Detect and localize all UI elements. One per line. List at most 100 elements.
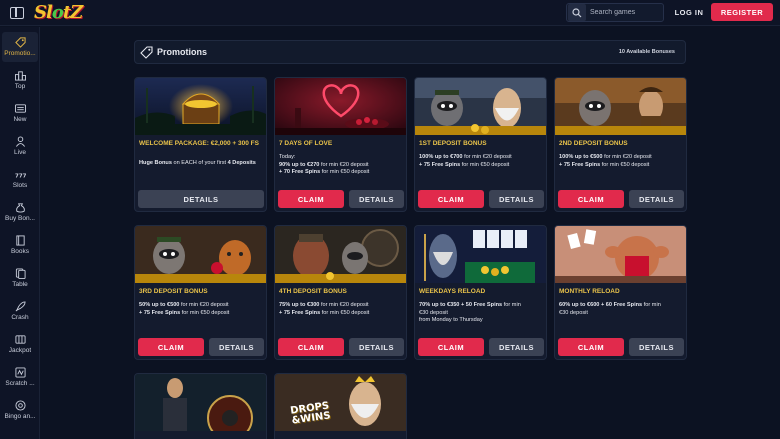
promo-description: 100% up to €700 for min €20 deposit + 75… xyxy=(419,154,512,168)
promo-title: 3RD DEPOSIT BONUS xyxy=(139,288,208,295)
cards-icon xyxy=(14,268,26,279)
details-button[interactable]: DETAILS xyxy=(629,190,684,208)
bonus-count: 10 Available Bonuses xyxy=(618,49,675,55)
tag-icon xyxy=(140,45,153,59)
search-icon[interactable] xyxy=(568,4,586,21)
site-logo[interactable]: SlotZ xyxy=(34,2,83,23)
new-badge-icon xyxy=(14,103,26,114)
promo-image-wizard-cards xyxy=(415,226,546,283)
claim-button[interactable]: CLAIM xyxy=(278,190,344,208)
money-bag-icon xyxy=(14,202,26,213)
promo-description: 60% up to €600 + 60 Free Spins for min €… xyxy=(559,302,661,316)
promo-image-raccoon-explorer xyxy=(555,78,686,135)
claim-button[interactable]: CLAIM xyxy=(278,338,344,356)
promo-title: WEEKDAYS RELOAD xyxy=(419,288,486,295)
promotions-header: Promotions 10 Available Bonuses xyxy=(134,40,686,64)
promo-description: 70% up to €350 + 50 Free Spins for min €… xyxy=(419,302,521,323)
promo-description: Huge Bonus on EACH of your first 4 Depos… xyxy=(139,160,256,166)
sidebar-item-label: Bingo an... xyxy=(4,413,36,420)
book-icon xyxy=(14,235,26,246)
sidebar: Promotio... Top New Live 777 Slots Buy B… xyxy=(0,27,40,439)
details-button[interactable]: DETAILS xyxy=(349,190,404,208)
promo-title: 7 DAYS OF LOVE xyxy=(279,140,333,147)
promo-title: 1ST DEPOSIT BONUS xyxy=(419,140,487,147)
sidebar-item-label: Crash xyxy=(11,314,29,321)
details-button[interactable]: DETAILS xyxy=(209,338,264,356)
details-button[interactable]: DETAILS xyxy=(629,338,684,356)
details-button[interactable]: DETAILS xyxy=(349,338,404,356)
sidebar-item-jackpot[interactable]: Jackpot xyxy=(2,329,38,359)
sidebar-item-label: Buy Bon... xyxy=(5,215,35,222)
promo-card-welcome: WELCOME PACKAGE: €2,000 + 300 FS Huge Bo… xyxy=(134,77,267,212)
claim-button[interactable]: CLAIM xyxy=(138,338,204,356)
sidebar-item-label: Top xyxy=(14,83,26,90)
svg-text:777: 777 xyxy=(15,173,26,179)
promo-card-drops-wins: DROPS &WINS xyxy=(274,373,407,439)
promo-image-warrior-raccoon xyxy=(275,226,406,283)
promo-card-weekdays-reload: WEEKDAYS RELOAD 70% up to €350 + 50 Free… xyxy=(414,225,547,360)
promo-description: 100% up to €500 for min €20 deposit + 75… xyxy=(559,154,652,168)
sidebar-item-slots[interactable]: 777 Slots xyxy=(2,164,38,194)
top-header: SlotZ LOG IN REGISTER xyxy=(0,0,780,26)
slot-777-icon: 777 xyxy=(14,169,26,180)
promo-card-1st-deposit: 1ST DEPOSIT BONUS 100% up to €700 for mi… xyxy=(414,77,547,212)
scratch-icon xyxy=(14,367,26,378)
person-icon xyxy=(14,136,26,147)
promo-card-3rd-deposit: 3RD DEPOSIT BONUS 50% up to €500 for min… xyxy=(134,225,267,360)
claim-button[interactable]: CLAIM xyxy=(418,190,484,208)
sidebar-item-new[interactable]: New xyxy=(2,98,38,128)
promo-card-4th-deposit: 4TH DEPOSIT BONUS 75% up to €300 for min… xyxy=(274,225,407,360)
sidebar-item-crash[interactable]: Crash xyxy=(2,296,38,326)
promo-image-raccoon-zeus xyxy=(415,78,546,135)
sidebar-item-label: Table xyxy=(12,281,28,288)
promo-image-heart xyxy=(275,78,406,135)
bingo-icon xyxy=(14,400,26,411)
promo-card-2nd-deposit: 2ND DEPOSIT BONUS 100% up to €500 for mi… xyxy=(554,77,687,212)
promo-image-strongman-cards xyxy=(555,226,686,283)
promo-title: 4TH DEPOSIT BONUS xyxy=(279,288,347,295)
promo-title: 2ND DEPOSIT BONUS xyxy=(559,140,628,147)
sidebar-item-live[interactable]: Live xyxy=(2,131,38,161)
podium-icon xyxy=(14,70,26,81)
sidebar-item-promotions[interactable]: Promotio... xyxy=(2,32,38,62)
details-button[interactable]: DETAILS xyxy=(489,190,544,208)
sidebar-item-bingo[interactable]: Bingo an... xyxy=(2,395,38,425)
sidebar-toggle-icon[interactable] xyxy=(10,6,24,19)
register-button[interactable]: REGISTER xyxy=(711,3,773,21)
promo-image-roulette-man xyxy=(135,374,266,431)
promo-image-treasure-chest xyxy=(135,78,266,135)
claim-button[interactable]: CLAIM xyxy=(558,338,624,356)
sidebar-item-label: Scratch ... xyxy=(5,380,35,387)
sidebar-item-label: Jackpot xyxy=(8,347,32,354)
details-button[interactable]: DETAILS xyxy=(489,338,544,356)
login-button[interactable]: LOG IN xyxy=(672,3,706,22)
sidebar-item-label: Live xyxy=(14,149,26,156)
sidebar-item-label: Books xyxy=(10,248,30,255)
sidebar-item-label: Slots xyxy=(12,182,28,189)
sidebar-item-label: Promotio... xyxy=(4,50,36,57)
sidebar-item-scratch[interactable]: Scratch ... xyxy=(2,362,38,392)
claim-button[interactable]: CLAIM xyxy=(558,190,624,208)
promo-title: WELCOME PACKAGE: €2,000 + 300 FS xyxy=(139,140,259,147)
sidebar-item-table[interactable]: Table xyxy=(2,263,38,293)
sidebar-item-books[interactable]: Books xyxy=(2,230,38,260)
page-title: Promotions xyxy=(157,47,208,57)
rocket-icon xyxy=(14,301,26,312)
promo-card-monthly-reload: MONTHLY RELOAD 60% up to €600 + 60 Free … xyxy=(554,225,687,360)
promo-card-roulette xyxy=(134,373,267,439)
claim-button[interactable]: CLAIM xyxy=(418,338,484,356)
sidebar-item-top[interactable]: Top xyxy=(2,65,38,95)
jackpot-icon xyxy=(14,334,26,345)
tag-icon xyxy=(14,37,26,48)
search-box[interactable] xyxy=(566,3,664,22)
promo-image-raccoon-cat xyxy=(135,226,266,283)
promo-description: 50% up to €500 for min €20 deposit + 75 … xyxy=(139,302,230,316)
sidebar-item-buy-bonus[interactable]: Buy Bon... xyxy=(2,197,38,227)
promo-title: MONTHLY RELOAD xyxy=(559,288,620,295)
promo-description: 75% up to €300 for min €20 deposit + 75 … xyxy=(279,302,370,316)
search-input[interactable] xyxy=(590,9,660,16)
promo-description: Today: 90% up to €270 for min €20 deposi… xyxy=(279,154,370,175)
promo-card-7-days-of-love: 7 DAYS OF LOVE Today: 90% up to €270 for… xyxy=(274,77,407,212)
sidebar-item-label: New xyxy=(13,116,27,123)
details-button[interactable]: DETAILS xyxy=(138,190,264,208)
